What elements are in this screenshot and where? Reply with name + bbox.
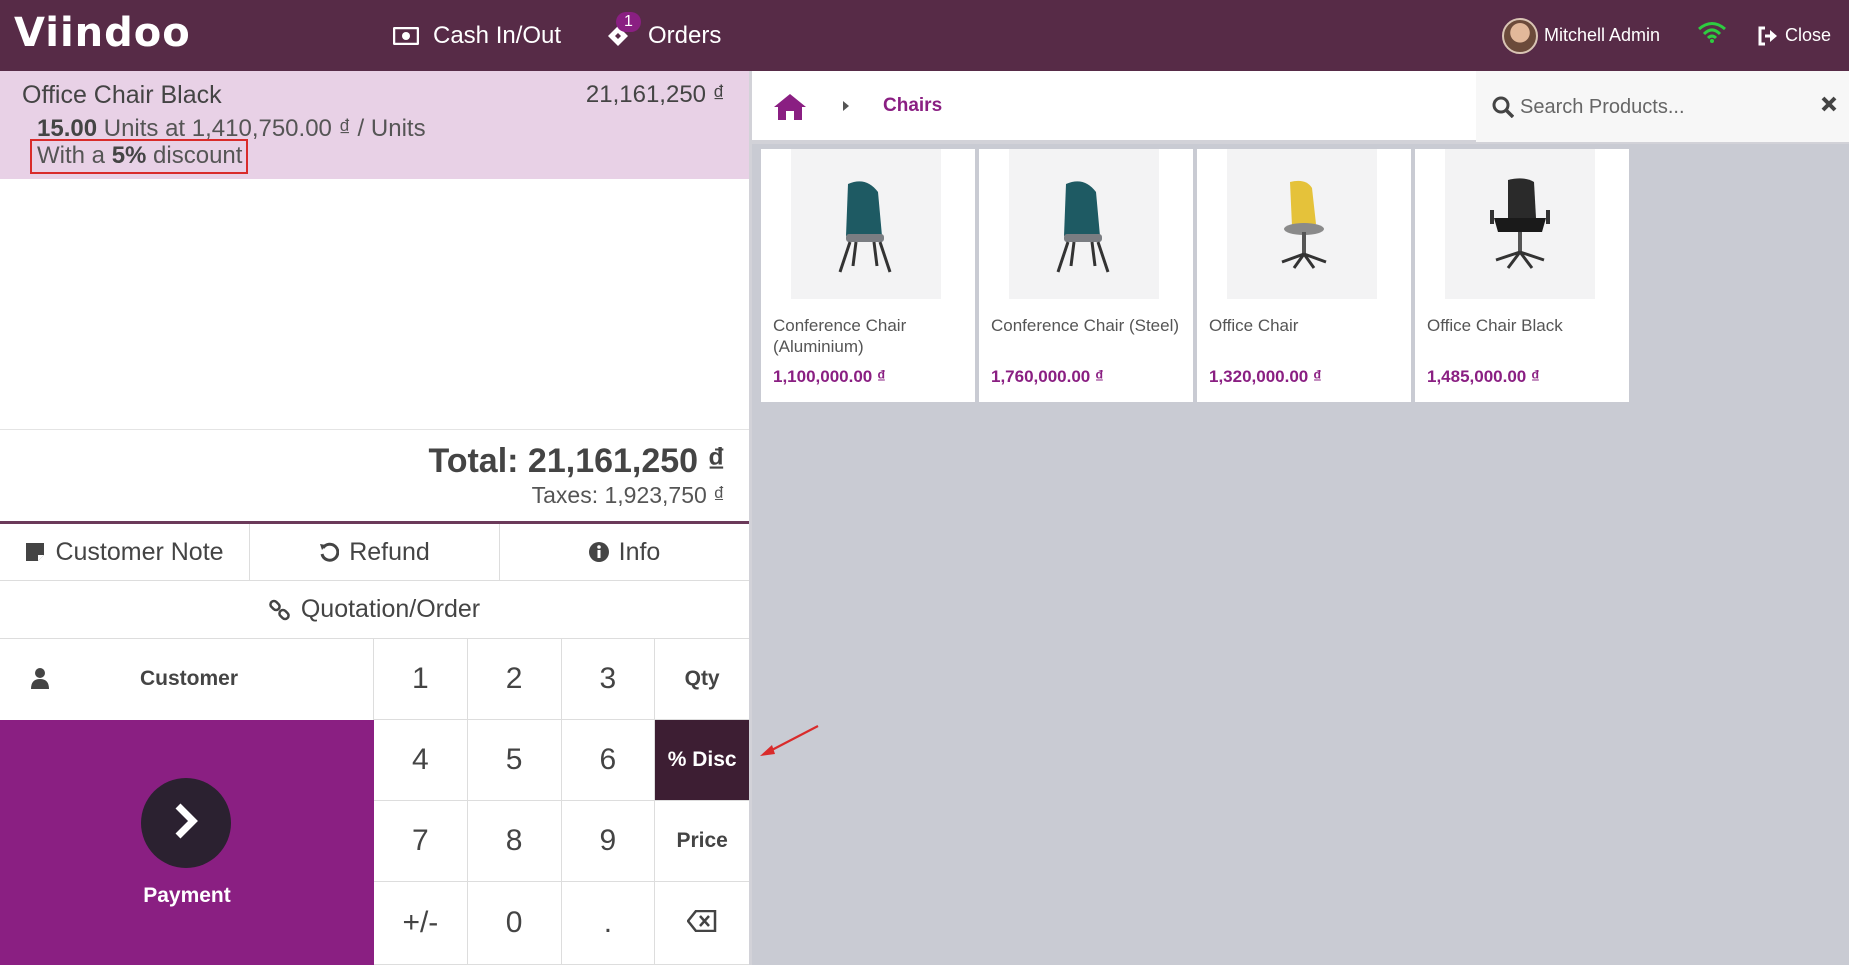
cash-in-out-label: Cash In/Out — [433, 21, 562, 49]
info-icon — [588, 542, 609, 562]
discount-suffix: discount — [146, 142, 243, 169]
order-line-qty-value: 15.00 — [37, 115, 98, 142]
link-icon — [269, 599, 291, 621]
sign-out-icon — [1757, 26, 1779, 46]
refund-button[interactable]: Refund — [250, 524, 500, 581]
product-name: Office Chair — [1209, 316, 1299, 335]
product-image — [1227, 149, 1377, 299]
undo-icon — [319, 542, 340, 562]
product-search — [1476, 71, 1849, 142]
top-bar: Viindoo Cash In/Out 1 Orders Mitchell Ad… — [0, 0, 1849, 71]
user-name: Mitchell Admin — [1544, 25, 1661, 45]
numpad-key-2[interactable]: 2 — [467, 639, 562, 720]
numpad-key-6[interactable]: 6 — [561, 720, 656, 801]
product-image — [791, 149, 941, 299]
order-line-price: 21,161,250 ₫ — [585, 81, 725, 108]
sticky-note-icon — [25, 542, 45, 562]
breadcrumb-category[interactable]: Chairs — [883, 95, 942, 117]
product-price: 1,100,000.00 ₫ — [773, 367, 886, 386]
numpad-backspace[interactable] — [655, 882, 749, 965]
numpad-key-9[interactable]: 9 — [561, 801, 656, 882]
discount-prefix: With a — [37, 142, 112, 169]
customer-note-label: Customer Note — [55, 537, 224, 566]
numpad-key-7[interactable]: 7 — [374, 801, 468, 882]
order-line-selected[interactable]: Office Chair Black 21,161,250 ₫ 15.00 Un… — [0, 71, 749, 179]
order-summary: Total: 21,161,250 ₫ Taxes: 1,923,750 ₫ — [0, 429, 749, 508]
wifi-icon — [1697, 21, 1727, 50]
orders-badge: 1 — [616, 12, 641, 32]
product-name: Conference Chair (Aluminium) — [773, 316, 907, 356]
payment-circle — [141, 778, 231, 868]
order-taxes: Taxes: 1,923,750 ₫ — [531, 482, 725, 508]
numpad-key-5[interactable]: 5 — [467, 720, 562, 801]
product-card[interactable]: Office Chair 1,320,000.00 ₫ — [1197, 149, 1411, 402]
numpad-discount-mode[interactable]: % Disc — [655, 720, 749, 801]
order-line-discount: With a 5% discount — [30, 139, 249, 174]
order-line-name: Office Chair Black — [22, 81, 222, 109]
product-name: Office Chair Black — [1427, 316, 1563, 335]
quotation-order-button[interactable]: Quotation/Order — [0, 581, 749, 639]
info-button[interactable]: Info — [500, 524, 749, 581]
products-panel: Chairs Conference Chair (Aluminium) 1,10… — [749, 71, 1849, 965]
chevron-right-icon — [171, 803, 201, 844]
discount-value: 5% — [111, 142, 147, 169]
info-label: Info — [618, 537, 661, 566]
numpad-qty-mode[interactable]: Qty — [655, 639, 749, 720]
product-name: Conference Chair (Steel) — [991, 316, 1180, 335]
product-image — [1445, 149, 1595, 299]
product-card[interactable]: Office Chair Black 1,485,000.00 ₫ — [1415, 149, 1629, 402]
numpad-key-8[interactable]: 8 — [467, 801, 562, 882]
customer-note-button[interactable]: Customer Note — [0, 524, 250, 581]
search-input[interactable] — [1520, 89, 1790, 125]
numpad-key-4[interactable]: 4 — [374, 720, 468, 801]
numpad-key-3[interactable]: 3 — [561, 639, 656, 720]
numpad-key-1[interactable]: 1 — [374, 639, 468, 720]
control-buttons: Customer Note Refund Info — [0, 521, 749, 581]
order-line-unit-price: Units at 1,410,750.00 ₫ / Units — [97, 115, 426, 142]
product-price: 1,485,000.00 ₫ — [1427, 367, 1540, 386]
numpad-price-mode[interactable]: Price — [655, 801, 749, 882]
home-icon[interactable] — [773, 93, 807, 126]
close-label: Close — [1785, 25, 1832, 45]
payment-button[interactable]: Payment — [0, 720, 374, 965]
order-panel: Office Chair Black 21,161,250 ₫ 15.00 Un… — [0, 71, 749, 965]
product-price: 1,320,000.00 ₫ — [1209, 367, 1322, 386]
refund-label: Refund — [349, 537, 430, 566]
cash-in-out-button[interactable]: Cash In/Out — [393, 0, 561, 71]
avatar — [1502, 17, 1538, 54]
product-price: 1,760,000.00 ₫ — [991, 367, 1104, 386]
annotation-arrow-icon — [760, 725, 819, 756]
orders-button[interactable]: 1 Orders — [606, 0, 721, 71]
order-total: Total: 21,161,250 ₫ — [428, 442, 725, 480]
numpad-key-plus-minus[interactable]: +/- — [374, 882, 468, 965]
product-card[interactable]: Conference Chair (Steel) 1,760,000.00 ₫ — [979, 149, 1193, 402]
numpad-key-decimal[interactable]: . — [561, 882, 656, 965]
customer-label: Customer — [140, 667, 239, 690]
close-icon[interactable] — [1820, 95, 1838, 118]
product-list: Conference Chair (Aluminium) 1,100,000.0… — [761, 149, 1629, 402]
payment-label: Payment — [143, 884, 231, 907]
backspace-icon — [686, 906, 717, 940]
orders-label: Orders — [648, 21, 722, 49]
money-icon — [393, 26, 419, 45]
quotation-order-label: Quotation/Order — [300, 595, 481, 623]
user-icon — [30, 667, 50, 694]
search-icon — [1492, 96, 1515, 123]
product-image — [1009, 149, 1159, 299]
connection-status[interactable] — [1697, 0, 1727, 71]
breadcrumb: Chairs — [752, 71, 1849, 144]
logo: Viindoo — [14, 10, 191, 56]
numpad: 1 2 3 Qty 4 5 6 % Disc 7 8 9 Price +/- 0… — [374, 639, 749, 965]
user-menu[interactable]: Mitchell Admin — [1502, 0, 1660, 71]
product-card[interactable]: Conference Chair (Aluminium) 1,100,000.0… — [761, 149, 975, 402]
caret-right-icon — [842, 99, 850, 117]
close-button[interactable]: Close — [1757, 0, 1831, 71]
set-customer-button[interactable]: Customer — [0, 639, 374, 720]
numpad-key-0[interactable]: 0 — [467, 882, 562, 965]
